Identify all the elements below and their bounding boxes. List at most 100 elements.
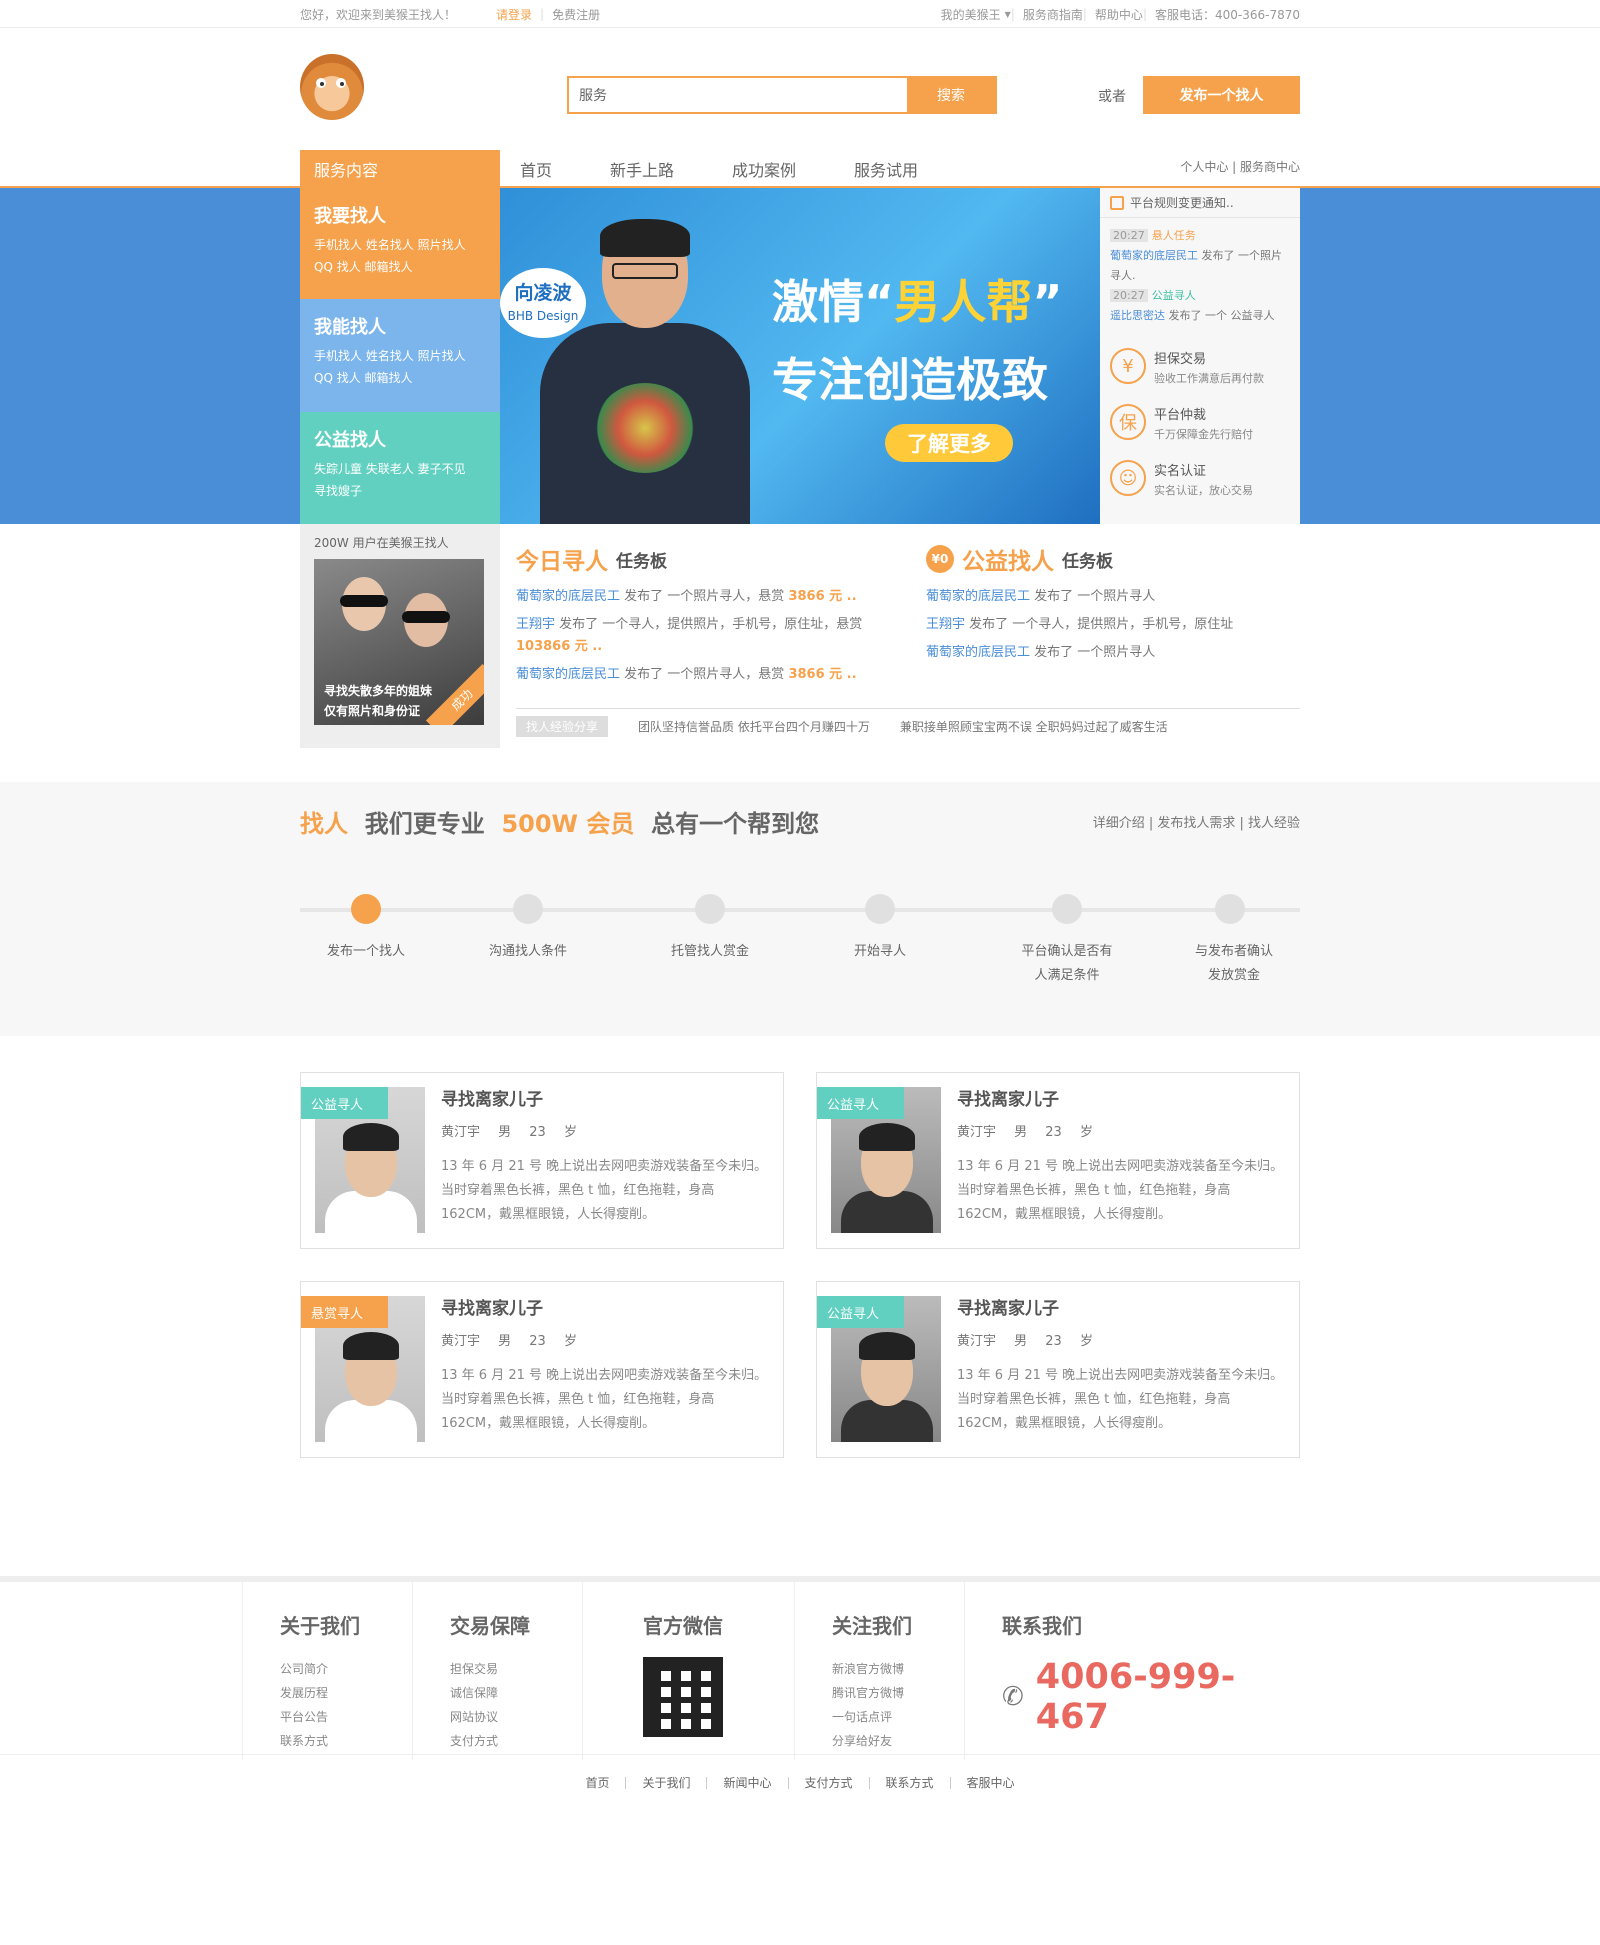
share-link[interactable]: 团队坚持信誉品质 依托平台四个月赚四十万 bbox=[638, 718, 870, 735]
case-desc: 13 年 6 月 21 号 晚上说出去网吧卖游戏装备至今未归。当时穿着黑色长裤，… bbox=[441, 1368, 768, 1431]
nav-cases[interactable]: 成功案例 bbox=[732, 157, 796, 181]
banner-slide[interactable]: 向凌波 BHB Design 激情“男人帮” 专注创造极致 了解更多 bbox=[500, 188, 1100, 524]
process-links[interactable]: 详细介绍 | 发布找人需求 | 找人经验 bbox=[1093, 812, 1300, 831]
main-nav: 首页 新手上路 成功案例 服务试用 bbox=[520, 150, 976, 188]
case-tag: 公益寻人 bbox=[817, 1296, 904, 1328]
case-title[interactable]: 寻找离家儿子 bbox=[957, 1294, 1059, 1319]
process-section: 找人 我们更专业 500W 会员 总有一个帮到您 详细介绍 | 发布找人需求 |… bbox=[0, 782, 1600, 1036]
search-button[interactable]: 搜索 bbox=[907, 78, 995, 112]
guarantee-escrow: ¥ 担保交易 验收工作满意后再付款 bbox=[1110, 348, 1290, 386]
top-bar: 您好，欢迎来到美猴王找人！ 请登录 | 免费注册 我的美猴王 ▼ | 服务商指南… bbox=[0, 0, 1600, 28]
banner: 我要找人 手机找人 姓名找人 照片找人 QQ 找人 邮箱找人 我能找人 手机找人… bbox=[0, 188, 1600, 524]
charity-find-block[interactable]: 公益找人 失踪儿童 失联老人 妻子不见 寻找嫂子 bbox=[300, 412, 500, 524]
case-meta: 黄汀宇 男 23 岁 bbox=[441, 1334, 577, 1349]
process-line bbox=[300, 908, 1300, 912]
banner-slogan-2: 专注创造极致 bbox=[772, 353, 1048, 407]
main-nav-row: 服务内容 首页 新手上路 成功案例 服务试用 个人中心 | 服务商中心 bbox=[0, 150, 1600, 188]
success-photo[interactable]: 寻找失散多年的姐妹 仅有照片和身份证 成功 bbox=[314, 559, 484, 725]
case-tag: 公益寻人 bbox=[817, 1087, 904, 1119]
footer-about: 关于我们 公司简介 发展历程 平台公告 联系方式 bbox=[242, 1582, 412, 1760]
service-sidebox: 我要找人 手机找人 姓名找人 照片找人 QQ 找人 邮箱找人 我能找人 手机找人… bbox=[300, 188, 500, 524]
task-item[interactable]: 葡萄家的底层民工 发布了 一个照片寻人 bbox=[926, 642, 1300, 664]
guarantee-realname: ☺ 实名认证 实名认证，放心交易 bbox=[1110, 460, 1290, 498]
feed-item: 20:27 悬人任务 bbox=[1110, 226, 1290, 246]
today-tasks: 今日寻人 任务板 葡萄家的底层民工 发布了 一个照片寻人，悬赏 3866 元 ..… bbox=[516, 542, 896, 692]
welcome-text: 您好，欢迎来到美猴王找人！ bbox=[300, 7, 457, 22]
or-text: 或者 bbox=[1098, 89, 1126, 105]
notice-panel: 平台规则变更通知.. 20:27 悬人任务 葡萄家的底层民工 发布了 一个照片寻人… bbox=[1100, 188, 1300, 524]
step-dot bbox=[1215, 894, 1245, 924]
can-find-block[interactable]: 我能找人 手机找人 姓名找人 照片找人 QQ 找人 邮箱找人 bbox=[300, 299, 500, 412]
user-icon: ☺ bbox=[1110, 460, 1146, 496]
task-item[interactable]: 王翔宇 发布了 一个寻人，提供照片，手机号，原住址 bbox=[926, 614, 1300, 636]
nav-home[interactable]: 首页 bbox=[520, 157, 552, 181]
step-dot bbox=[513, 894, 543, 924]
designer-bubble: 向凌波 BHB Design bbox=[500, 268, 586, 338]
nav-beginner[interactable]: 新手上路 bbox=[610, 157, 674, 181]
feed-item: 遥比思密达 发布了 一个 公益寻人 bbox=[1110, 309, 1275, 322]
banner-slogan: 激情“男人帮” bbox=[772, 275, 1063, 329]
help-link[interactable]: 帮助中心 bbox=[1095, 6, 1143, 23]
nav-user-links[interactable]: 个人中心 | 服务商中心 bbox=[1180, 158, 1300, 175]
step-label: 沟通找人条件 bbox=[488, 944, 567, 959]
search-input[interactable] bbox=[569, 78, 907, 112]
step-label: 平台确认是否有 人满足条件 bbox=[1021, 944, 1113, 983]
case-meta: 黄汀宇 男 23 岁 bbox=[957, 1334, 1093, 1349]
step-dot bbox=[865, 894, 895, 924]
service-menu-title[interactable]: 服务内容 bbox=[300, 150, 500, 188]
case-meta: 黄汀宇 男 23 岁 bbox=[957, 1125, 1093, 1140]
guide-link[interactable]: 服务商指南 bbox=[1023, 6, 1083, 23]
bottom-nav: 首页 关于我们 新闻中心 支付方式 联系方式 客服中心 bbox=[0, 1754, 1600, 1810]
case-desc: 13 年 6 月 21 号 晚上说出去网吧卖游戏装备至今未归。当时穿着黑色长裤，… bbox=[441, 1159, 768, 1222]
step-label: 发布一个找人 bbox=[326, 944, 405, 959]
want-find-block[interactable]: 我要找人 手机找人 姓名找人 照片找人 QQ 找人 邮箱找人 bbox=[300, 188, 500, 299]
footer: 关于我们 公司简介 发展历程 平台公告 联系方式 交易保障 担保交易 诚信保障 … bbox=[0, 1576, 1600, 1806]
case-title[interactable]: 寻找离家儿子 bbox=[957, 1085, 1059, 1110]
yen-icon: ¥ bbox=[1110, 348, 1146, 384]
task-item[interactable]: 王翔宇 发布了 一个寻人，提供照片，手机号，原住址，悬赏 103866 元 .. bbox=[516, 614, 896, 658]
activity-feed: 20:27 悬人任务 葡萄家的底层民工 发布了 一个照片寻人. 20:27 公益寻人… bbox=[1100, 218, 1300, 326]
post-task-button[interactable]: 发布一个找人 bbox=[1143, 76, 1300, 114]
case-title[interactable]: 寻找离家儿子 bbox=[441, 1085, 543, 1110]
task-item[interactable]: 葡萄家的底层民工 发布了 一个照片寻人，悬赏 3866 元 .. bbox=[516, 664, 896, 686]
step-label: 开始寻人 bbox=[853, 944, 906, 959]
speaker-icon bbox=[1110, 195, 1124, 210]
task-item[interactable]: 葡萄家的底层民工 发布了 一个照片寻人，悬赏 3866 元 .. bbox=[516, 586, 896, 608]
step-label: 与发布者确认 发放赏金 bbox=[1194, 944, 1273, 983]
step-dot bbox=[695, 894, 725, 924]
login-link[interactable]: 请登录 bbox=[496, 6, 532, 23]
task-item[interactable]: 葡萄家的底层民工 发布了 一个照片寻人 bbox=[926, 586, 1300, 608]
step-label: 托管找人赏金 bbox=[670, 944, 749, 959]
case-card[interactable]: 公益寻人 寻找离家儿子 黄汀宇 男 23 岁 13 年 6 月 21 号 晚上说… bbox=[816, 1281, 1300, 1458]
footer-wechat: 官方微信 bbox=[582, 1582, 794, 1760]
case-tag: 悬赏寻人 bbox=[301, 1296, 388, 1328]
notice-bar[interactable]: 平台规则变更通知.. bbox=[1100, 188, 1300, 218]
footer-contact: 联系我们 ✆ 4006-999-467 bbox=[964, 1582, 1284, 1760]
case-title[interactable]: 寻找离家儿子 bbox=[441, 1294, 543, 1319]
zero-yen-icon: ¥0 bbox=[926, 545, 954, 573]
wechat-qr-code bbox=[643, 1657, 723, 1737]
share-link[interactable]: 兼职接单照顾宝宝两不误 全职妈妈过起了威客生活 bbox=[900, 718, 1168, 735]
banner-person-image bbox=[530, 213, 760, 524]
nav-trial[interactable]: 服务试用 bbox=[854, 157, 918, 181]
learn-more-button[interactable]: 了解更多 bbox=[885, 424, 1013, 462]
case-tag: 公益寻人 bbox=[301, 1087, 388, 1119]
shield-icon: 保 bbox=[1110, 404, 1146, 440]
success-story-tile[interactable]: 200W 用户在美猴王找人 寻找失散多年的姐妹 仅有照片和身份证 成功 bbox=[300, 524, 500, 748]
contact-phone: ✆ 4006-999-467 bbox=[1002, 1657, 1236, 1737]
case-desc: 13 年 6 月 21 号 晚上说出去网吧卖游戏装备至今未归。当时穿着黑色长裤，… bbox=[957, 1368, 1284, 1431]
experience-share-bar: 找人经验分享 团队坚持信誉品质 依托平台四个月赚四十万 兼职接单照顾宝宝两不误 … bbox=[516, 708, 1300, 737]
case-card[interactable]: 公益寻人 寻找离家儿子 黄汀宇 男 23 岁 13 年 6 月 21 号 晚上说… bbox=[300, 1072, 784, 1249]
cases-section: 公益寻人 寻找离家儿子 黄汀宇 男 23 岁 13 年 6 月 21 号 晚上说… bbox=[300, 1036, 1300, 1576]
case-desc: 13 年 6 月 21 号 晚上说出去网吧卖游戏装备至今未归。当时穿着黑色长裤，… bbox=[957, 1159, 1284, 1222]
charity-tasks: ¥0 公益找人 任务板 葡萄家的底层民工 发布了 一个照片寻人 王翔宇 发布了 一个… bbox=[926, 542, 1300, 670]
register-link[interactable]: 免费注册 bbox=[552, 6, 600, 23]
share-tag[interactable]: 找人经验分享 bbox=[516, 716, 609, 737]
my-account-menu[interactable]: 我的美猴王 bbox=[941, 6, 1001, 23]
tasks-section: 200W 用户在美猴王找人 寻找失散多年的姐妹 仅有照片和身份证 成功 今日寻人任… bbox=[300, 524, 1300, 782]
case-card[interactable]: 悬赏寻人 寻找离家儿子 黄汀宇 男 23 岁 13 年 6 月 21 号 晚上说… bbox=[300, 1281, 784, 1458]
step-dot bbox=[351, 894, 381, 924]
phone-icon: ✆ bbox=[1002, 1682, 1024, 1712]
case-card[interactable]: 公益寻人 寻找离家儿子 黄汀宇 男 23 岁 13 年 6 月 21 号 晚上说… bbox=[816, 1072, 1300, 1249]
monkey-logo[interactable] bbox=[300, 54, 364, 120]
